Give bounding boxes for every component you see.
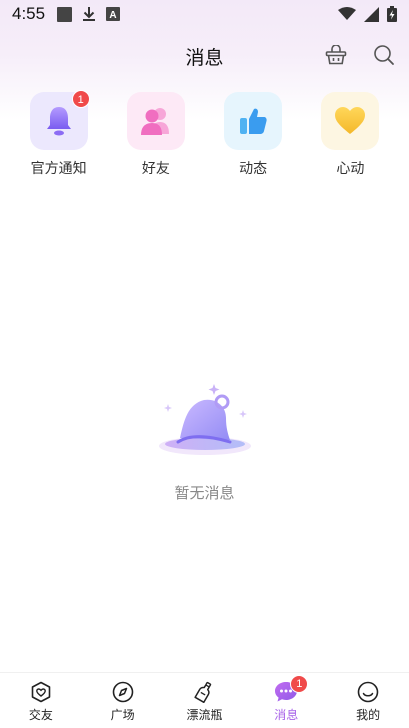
nav-label: 消息: [274, 708, 299, 722]
bell-illustration: [158, 384, 251, 455]
quick-label: 官方通知: [30, 161, 87, 177]
nav-label: 漂流瓶: [186, 708, 223, 722]
nav-item-mine[interactable]: 我的: [333, 681, 403, 723]
search-button[interactable]: [371, 42, 397, 68]
empty-state-text: 暂无消息: [174, 484, 235, 502]
stop-square-icon: [57, 6, 73, 22]
thumbs-up-icon: [240, 108, 267, 134]
quick-item-friends[interactable]: 好友: [115, 92, 197, 178]
quick-item-official-notice[interactable]: 1 官方通知: [18, 90, 100, 178]
bottom-nav: 交友 广场 漂流瓶 1 消息 我的: [0, 672, 409, 728]
quick-label: 心动: [336, 161, 365, 177]
nav-label: 交友: [28, 708, 53, 722]
compass-icon: [112, 681, 133, 703]
notification-badge: 1: [71, 90, 90, 108]
wifi-icon: [338, 7, 356, 20]
heart-shield-icon: [31, 681, 51, 703]
nav-item-dating[interactable]: 交友: [6, 681, 76, 723]
nav-item-drift-bottle[interactable]: 漂流瓶: [169, 681, 239, 723]
page-title: 消息: [185, 46, 224, 69]
basket-icon: [325, 45, 347, 65]
quick-access-row: 1 官方通知 好友 动态 心动: [0, 90, 409, 178]
download-icon: [83, 7, 96, 21]
quick-tile: [126, 92, 185, 150]
nav-item-messages[interactable]: 1 消息: [251, 675, 321, 723]
status-time: 4:55: [12, 4, 46, 23]
smile-icon: [357, 681, 379, 703]
nav-item-square[interactable]: 广场: [88, 681, 158, 723]
people-icon: [140, 108, 169, 135]
a-badge-icon: A: [106, 7, 121, 21]
page-header: 消息: [0, 38, 409, 74]
empty-state: 暂无消息: [0, 380, 409, 503]
quick-item-moments[interactable]: 动态: [212, 92, 294, 178]
quick-tile: [321, 92, 380, 150]
quick-tile: 1: [29, 90, 90, 150]
svg-text:A: A: [109, 10, 116, 21]
status-bar: 4:55 A: [0, 0, 409, 28]
battery-charging-icon: [387, 6, 397, 22]
nav-badge: 1: [290, 675, 309, 693]
search-icon: [374, 45, 394, 65]
quick-tile: [224, 92, 283, 150]
heart-icon: [335, 107, 366, 134]
bottle-icon: [194, 681, 212, 703]
nav-label: 我的: [356, 708, 381, 722]
basket-button[interactable]: [323, 42, 349, 68]
nav-label: 广场: [110, 708, 135, 722]
bell-icon: [46, 107, 71, 136]
quick-item-crush[interactable]: 心动: [309, 92, 391, 178]
signal-icon: [364, 6, 379, 22]
quick-label: 好友: [141, 161, 170, 177]
quick-label: 动态: [239, 161, 268, 177]
